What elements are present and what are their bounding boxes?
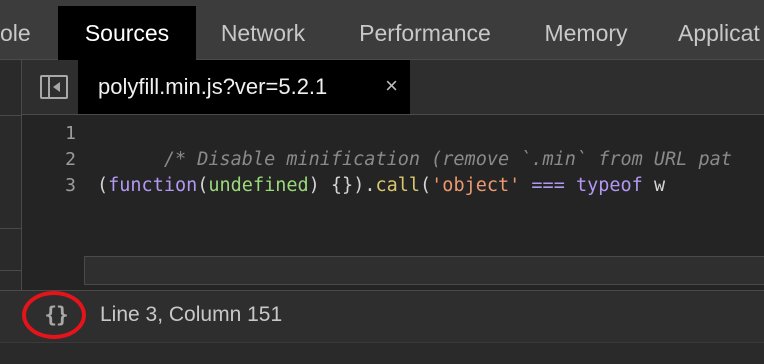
pretty-print-icon[interactable]: {}	[39, 300, 73, 330]
code-editor[interactable]: 1 2 3 /* Disable minification (remove `.…	[22, 115, 764, 290]
editor-file-tab[interactable]: polyfill.min.js?ver=5.2.1 ×	[78, 60, 410, 114]
tab-sources[interactable]: Sources	[58, 6, 196, 60]
code-keyword: function	[108, 175, 198, 196]
code-token: ) {}).	[308, 175, 376, 196]
cursor-position-text: Line 3, Column 151	[100, 303, 283, 326]
editor-tab-bar: polyfill.min.js?ver=5.2.1 ×	[22, 60, 764, 115]
navigator-divider	[0, 115, 22, 116]
line-number: 2	[65, 149, 76, 170]
code-comment: /* Disable minification (remove `.min` f…	[163, 149, 732, 170]
tab-network-label: Network	[220, 19, 306, 46]
navigator-divider	[0, 228, 22, 229]
tab-network[interactable]: Network	[200, 6, 326, 60]
code-operator: ===	[520, 175, 576, 196]
code-token: (	[420, 175, 432, 196]
code-token: (	[197, 175, 209, 196]
tab-memory-label: Memory	[544, 19, 628, 46]
tab-application-label: Applicat	[678, 19, 760, 46]
panel-tab-bar: ole Sources Network Performance Memory A…	[0, 0, 764, 60]
bottom-drawer-edge	[0, 342, 764, 364]
navigator-divider	[0, 270, 22, 271]
code-token: (	[97, 175, 109, 196]
tab-console-label: ole	[0, 19, 31, 46]
status-bar: {} Line 3, Column 151	[0, 290, 764, 342]
code-line-1: /* Disable minification (remove `.min` f…	[97, 121, 732, 170]
devtools-window: ole Sources Network Performance Memory A…	[0, 0, 764, 364]
line-number: 1	[65, 123, 76, 144]
tab-performance[interactable]: Performance	[336, 6, 514, 60]
code-keyword: typeof	[575, 175, 643, 196]
file-tab-label: polyfill.min.js?ver=5.2.1	[98, 74, 328, 99]
code-argument: undefined	[208, 175, 309, 196]
tab-application[interactable]: Applicat	[660, 6, 764, 60]
navigator-pane-edge[interactable]	[0, 60, 22, 290]
close-icon[interactable]: ×	[385, 73, 398, 99]
code-token: w	[642, 175, 666, 196]
line-number-gutter: 1 2 3	[22, 115, 84, 285]
toggle-navigator-icon[interactable]	[40, 75, 68, 99]
code-line-3: (function(undefined) {}).call('object' =…	[97, 173, 665, 199]
tab-console[interactable]: ole	[0, 6, 38, 60]
code-method: call	[375, 175, 421, 196]
horizontal-scrollbar[interactable]	[84, 256, 764, 285]
tab-sources-label: Sources	[84, 19, 170, 46]
tab-memory[interactable]: Memory	[524, 6, 648, 60]
code-string: 'object'	[431, 175, 521, 196]
line-number: 3	[65, 175, 76, 196]
pretty-print-glyph: {}	[44, 303, 68, 327]
tab-performance-label: Performance	[359, 19, 491, 46]
